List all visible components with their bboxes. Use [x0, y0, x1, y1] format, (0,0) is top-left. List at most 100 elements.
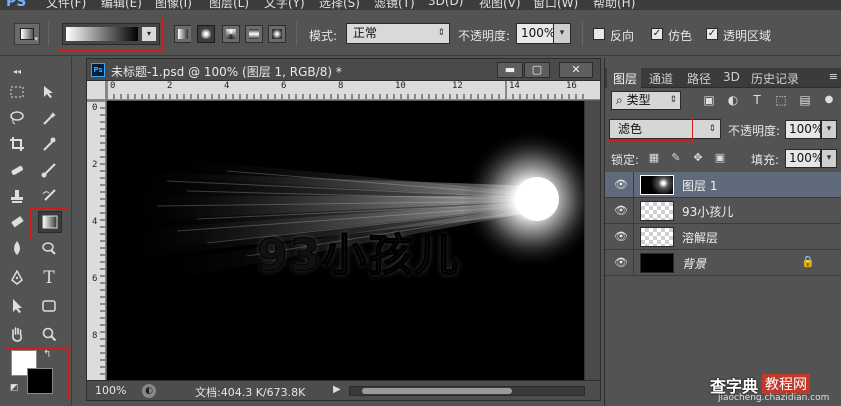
mode-select[interactable]: 正常 ⇕	[346, 23, 450, 44]
move-tool-icon[interactable]	[38, 81, 60, 103]
lock-transparent-icon[interactable]: ▦	[647, 151, 661, 165]
angle-gradient-button[interactable]	[222, 25, 240, 43]
menu-3d[interactable]: 3D(D)	[428, 0, 463, 8]
menu-type[interactable]: 文字(Y)	[264, 0, 305, 10]
eraser-tool-icon[interactable]	[6, 211, 28, 233]
lock-position-icon[interactable]: ✥	[691, 151, 705, 165]
vertical-scrollbar[interactable]	[584, 101, 600, 380]
tab-paths[interactable]: 路径	[687, 70, 711, 87]
menu-filter[interactable]: 滤镜(T)	[374, 0, 415, 10]
adjustment-filter-icon[interactable]: ◐	[725, 92, 741, 108]
tool-preset-picker[interactable]: ▾	[14, 23, 40, 45]
tab-3d[interactable]: 3D	[723, 70, 740, 84]
maximize-button[interactable]: ▢	[524, 62, 550, 78]
dither-checkbox[interactable]: ✓	[651, 28, 663, 40]
layer-name[interactable]: 背景	[682, 255, 706, 272]
menu-view[interactable]: 视图(V)	[479, 0, 521, 10]
tools-panel: ◂◂ T ↰ ◩	[0, 57, 72, 406]
smart-object-filter-icon[interactable]: ▤	[797, 92, 813, 108]
zoom-level[interactable]: 100%	[95, 384, 126, 397]
ruler-label: 8	[338, 81, 344, 91]
fill-dropdown[interactable]: ▾	[821, 149, 837, 168]
layer-name[interactable]: 93小孩儿	[682, 203, 733, 220]
menu-window[interactable]: 窗口(W)	[533, 0, 578, 10]
angle-gradient-icon	[226, 29, 236, 39]
panel-collapse-icon[interactable]: ◂◂	[6, 61, 28, 83]
pen-tool-icon[interactable]	[6, 267, 28, 289]
layer-row[interactable]: 👁 图层 1	[605, 172, 841, 198]
crop-tool-icon[interactable]	[6, 133, 28, 155]
lock-pixels-icon[interactable]: ✎	[669, 151, 683, 165]
marquee-tool-icon[interactable]	[6, 81, 28, 103]
dodge-tool-icon[interactable]	[38, 237, 60, 259]
share-icon[interactable]: ◐	[142, 384, 156, 398]
reverse-checkbox[interactable]	[593, 28, 605, 40]
layer-name[interactable]: 溶解层	[682, 229, 718, 246]
scroll-thumb[interactable]	[362, 388, 512, 394]
panel-menu-icon[interactable]: ≡	[829, 70, 838, 83]
menu-layer[interactable]: 图层(L)	[209, 0, 249, 10]
healing-brush-tool-icon[interactable]	[6, 159, 28, 181]
layer-opacity-dropdown[interactable]: ▾	[821, 120, 837, 139]
tab-history[interactable]: 历史记录	[751, 70, 799, 87]
eye-icon[interactable]: 👁	[614, 230, 628, 243]
menu-help[interactable]: 帮助(H)	[593, 0, 635, 10]
horizontal-ruler[interactable]: 0 2 4 6 8 10 12 14 16	[106, 81, 600, 100]
image-canvas[interactable]: 93小孩儿	[107, 101, 584, 380]
photoshop-logo: PS	[6, 0, 27, 10]
eye-icon[interactable]: 👁	[614, 256, 628, 269]
eyedropper-tool-icon[interactable]	[38, 133, 60, 155]
layer-opacity-input[interactable]: 100%	[785, 120, 823, 139]
layer-row[interactable]: 👁 背景 🔒	[605, 250, 841, 276]
magic-wand-tool-icon[interactable]	[38, 107, 60, 129]
minimize-button[interactable]: ▬	[497, 62, 523, 78]
clone-stamp-tool-icon[interactable]	[6, 185, 28, 207]
layer-filter-select[interactable]: ⌕ 类型 ⇕	[611, 91, 681, 110]
reflected-gradient-button[interactable]	[245, 25, 263, 43]
status-menu-arrow-icon[interactable]: ▶	[333, 384, 341, 395]
shape-filter-icon[interactable]: ⬚	[773, 92, 789, 108]
zoom-tool-icon[interactable]	[38, 323, 60, 345]
layer-row[interactable]: 👁 溶解层	[605, 224, 841, 250]
menu-image[interactable]: 图像(I)	[155, 0, 192, 10]
layer-thumbnail	[640, 253, 674, 273]
menu-edit[interactable]: 编辑(E)	[101, 0, 142, 10]
image-filter-icon[interactable]: ▣	[701, 92, 717, 108]
opacity-input[interactable]: 100%	[516, 23, 555, 44]
brush-tool-icon[interactable]	[38, 159, 60, 181]
transparency-checkbox[interactable]: ✓	[706, 28, 718, 40]
document-size-info: 文档:404.3 K/673.8K	[195, 386, 306, 399]
linear-gradient-button[interactable]	[174, 25, 192, 43]
divider	[633, 224, 634, 250]
type-tool-icon[interactable]: T	[38, 267, 60, 289]
layer-opacity-label: 不透明度:	[728, 124, 781, 138]
lock-all-icon[interactable]: ▣	[713, 151, 727, 165]
blur-tool-icon[interactable]	[6, 237, 28, 259]
menu-select[interactable]: 选择(S)	[319, 0, 360, 10]
type-filter-icon[interactable]: T	[749, 92, 765, 108]
eye-icon[interactable]: 👁	[614, 204, 628, 217]
eye-icon[interactable]: 👁	[614, 178, 628, 191]
fill-input[interactable]: 100%	[785, 149, 823, 168]
diamond-gradient-button[interactable]	[268, 25, 286, 43]
path-selection-tool-icon[interactable]	[6, 295, 28, 317]
lasso-tool-icon[interactable]	[6, 107, 28, 129]
layer-name[interactable]: 图层 1	[682, 177, 717, 194]
layer-thumbnail	[640, 227, 674, 247]
hand-tool-icon[interactable]	[6, 323, 28, 345]
tab-channels[interactable]: 通道	[649, 70, 673, 87]
ruler-origin[interactable]	[87, 81, 106, 100]
tab-layers[interactable]: 图层	[613, 70, 637, 87]
layer-thumbnail	[640, 201, 674, 221]
horizontal-scrollbar[interactable]	[349, 386, 585, 396]
filter-toggle-icon[interactable]: ●	[821, 92, 837, 108]
layer-row[interactable]: 👁 93小孩儿	[605, 198, 841, 224]
rectangle-tool-icon[interactable]	[38, 295, 60, 317]
opacity-dropdown-button[interactable]: ▾	[553, 23, 571, 44]
document-title-bar[interactable]: Ps 未标题-1.psd @ 100% (图层 1, RGB/8) * ▬ ▢ …	[87, 59, 600, 81]
vertical-ruler[interactable]: 0 2 4 6 8	[87, 100, 106, 380]
fill-label: 填充:	[751, 153, 780, 167]
history-brush-tool-icon[interactable]	[38, 185, 60, 207]
menu-file[interactable]: 文件(F)	[46, 0, 86, 10]
close-button[interactable]: ✕	[559, 62, 593, 78]
